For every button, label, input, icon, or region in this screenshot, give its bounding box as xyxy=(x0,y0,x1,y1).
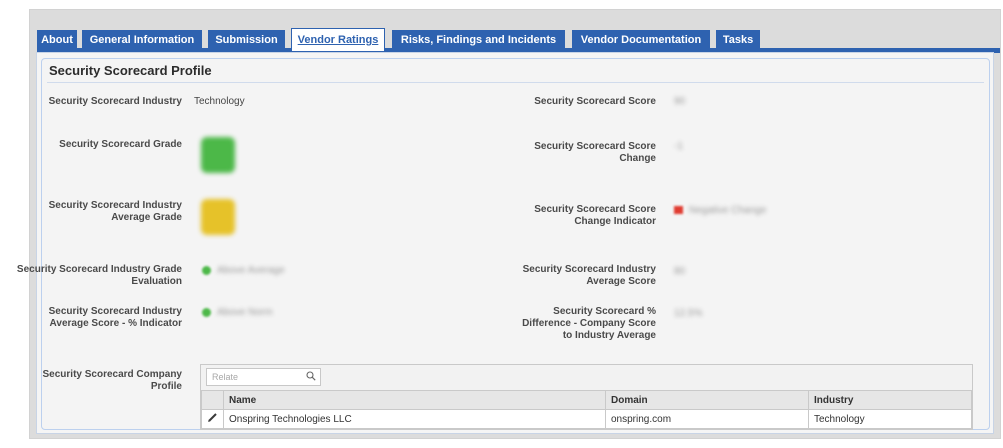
company-profile-table: Name Domain Industry Onspring Technologi… xyxy=(201,390,972,429)
tab-general-information[interactable]: General Information xyxy=(82,30,202,50)
edit-column-header xyxy=(201,390,224,410)
company-profile-label: Security Scorecard Company Profile xyxy=(42,369,183,392)
industry-value: Technology xyxy=(194,96,245,107)
industry-average-grade-badge xyxy=(201,199,235,235)
score-label: Security Scorecard Score xyxy=(534,96,656,107)
industry-label: Security Scorecard Industry xyxy=(48,96,182,107)
relate-placeholder: Relate xyxy=(212,372,239,382)
industry-average-score-label: Security Scorecard Industry Average Scor… xyxy=(522,264,656,287)
company-profile-relationship: Relate Name Domain Industry Onspring Tec… xyxy=(200,364,973,430)
tab-risks-findings-incidents[interactable]: Risks, Findings and Incidents xyxy=(392,30,565,50)
tab-tasks[interactable]: Tasks xyxy=(716,30,760,50)
row-industry-cell: Technology xyxy=(808,409,972,429)
flag-icon xyxy=(674,206,683,215)
grade-evaluation-value: Above Average xyxy=(202,265,285,277)
tab-content-panel: Security Scorecard Profile Security Scor… xyxy=(17,52,994,434)
average-score-indicator-label: Security Scorecard Industry Average Scor… xyxy=(48,306,182,329)
tab-about[interactable]: About xyxy=(37,30,77,50)
table-row[interactable]: Onspring Technologies LLC onspring.com T… xyxy=(201,409,972,429)
window-frame: About General Information Submission Ven… xyxy=(17,9,1001,439)
score-change-indicator-text: Negative Change xyxy=(689,205,767,216)
industry-average-grade-label: Security Scorecard Industry Average Grad… xyxy=(48,200,182,223)
score-change-value: -1 xyxy=(674,141,683,152)
grade-evaluation-text: Above Average xyxy=(217,265,285,276)
percent-difference-label: Security Scorecard % Difference - Compan… xyxy=(522,306,656,341)
status-dot-icon xyxy=(202,265,211,275)
tab-vendor-documentation[interactable]: Vendor Documentation xyxy=(572,30,710,50)
average-score-indicator-text: Above Norm xyxy=(217,307,273,318)
score-value: 90 xyxy=(674,96,686,107)
status-dot-icon xyxy=(202,307,211,317)
percent-difference-value: 12.5% xyxy=(674,308,703,319)
tab-vendor-ratings[interactable]: Vendor Ratings xyxy=(291,28,385,51)
section-title: Security Scorecard Profile xyxy=(49,63,212,78)
score-change-indicator-value: Negative Change xyxy=(674,205,766,217)
industry-average-score-value: 80 xyxy=(674,266,686,277)
section-divider xyxy=(47,82,984,83)
grade-label: Security Scorecard Grade xyxy=(59,139,182,150)
security-scorecard-profile-section: Security Scorecard Profile Security Scor… xyxy=(17,58,990,430)
row-domain-cell: onspring.com xyxy=(605,409,809,429)
tab-bar: About General Information Submission Ven… xyxy=(37,26,1000,53)
search-icon[interactable] xyxy=(306,371,316,381)
pencil-edit-icon[interactable] xyxy=(207,412,218,423)
row-name-cell[interactable]: Onspring Technologies LLC xyxy=(223,409,606,429)
relate-search-input[interactable]: Relate xyxy=(206,368,321,386)
score-change-indicator-label: Security Scorecard Score Change Indicato… xyxy=(534,204,656,227)
average-score-indicator-value: Above Norm xyxy=(202,307,273,319)
table-header-row: Name Domain Industry xyxy=(201,390,972,410)
column-header-name[interactable]: Name xyxy=(223,390,606,410)
grade-badge xyxy=(201,137,235,173)
column-header-industry[interactable]: Industry xyxy=(808,390,972,410)
grade-evaluation-label: Security Scorecard Industry Grade Evalua… xyxy=(16,264,182,287)
edit-cell[interactable] xyxy=(201,409,224,429)
column-header-domain[interactable]: Domain xyxy=(605,390,809,410)
score-change-label: Security Scorecard Score Change xyxy=(534,141,656,164)
tab-submission[interactable]: Submission xyxy=(208,30,285,50)
